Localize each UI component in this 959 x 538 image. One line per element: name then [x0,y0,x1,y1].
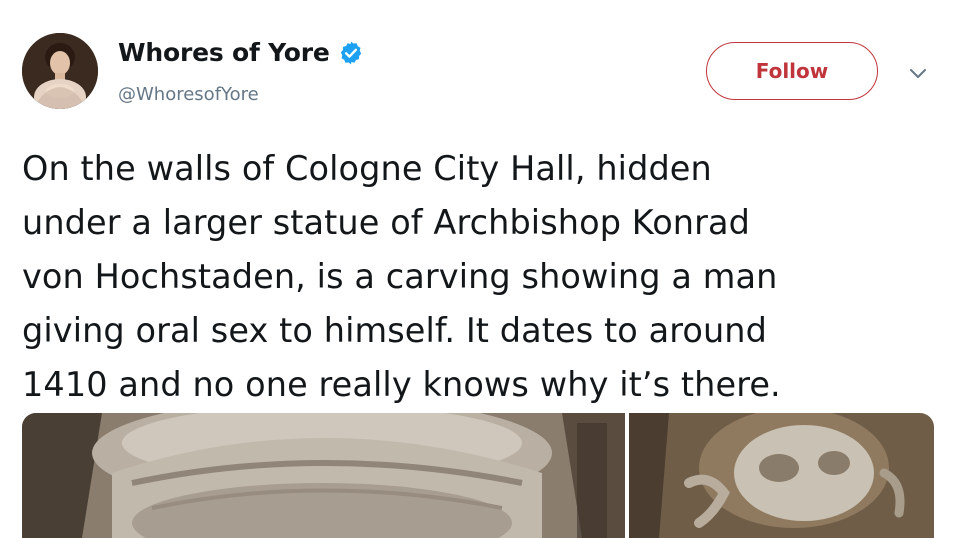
verified-badge-icon [338,40,364,66]
chevron-down-icon[interactable] [906,64,930,84]
media-gallery [22,413,934,538]
media-photo-statue[interactable] [22,413,625,538]
follow-button[interactable]: Follow [706,42,878,100]
media-photo-carving[interactable] [629,413,934,538]
name-row: Whores of Yore [118,38,364,67]
tweet-text: On the walls of Cologne City Hall, hidde… [22,142,942,412]
portrait-avatar-icon [22,33,98,109]
tweet-text-line: On the walls of Cologne City Hall, hidde… [22,149,712,188]
avatar[interactable] [22,33,98,109]
tweet-text-line: von Hochstaden, is a carving showing a m… [22,257,778,296]
tweet-text-line: 1410 and no one really knows why it’s th… [22,365,781,404]
tweet-text-line: under a larger statue of Archbishop Konr… [22,203,750,242]
user-handle[interactable]: @WhoresofYore [118,84,259,105]
display-name[interactable]: Whores of Yore [118,38,330,67]
tweet-text-line: giving oral sex to himself. It dates to … [22,311,768,350]
